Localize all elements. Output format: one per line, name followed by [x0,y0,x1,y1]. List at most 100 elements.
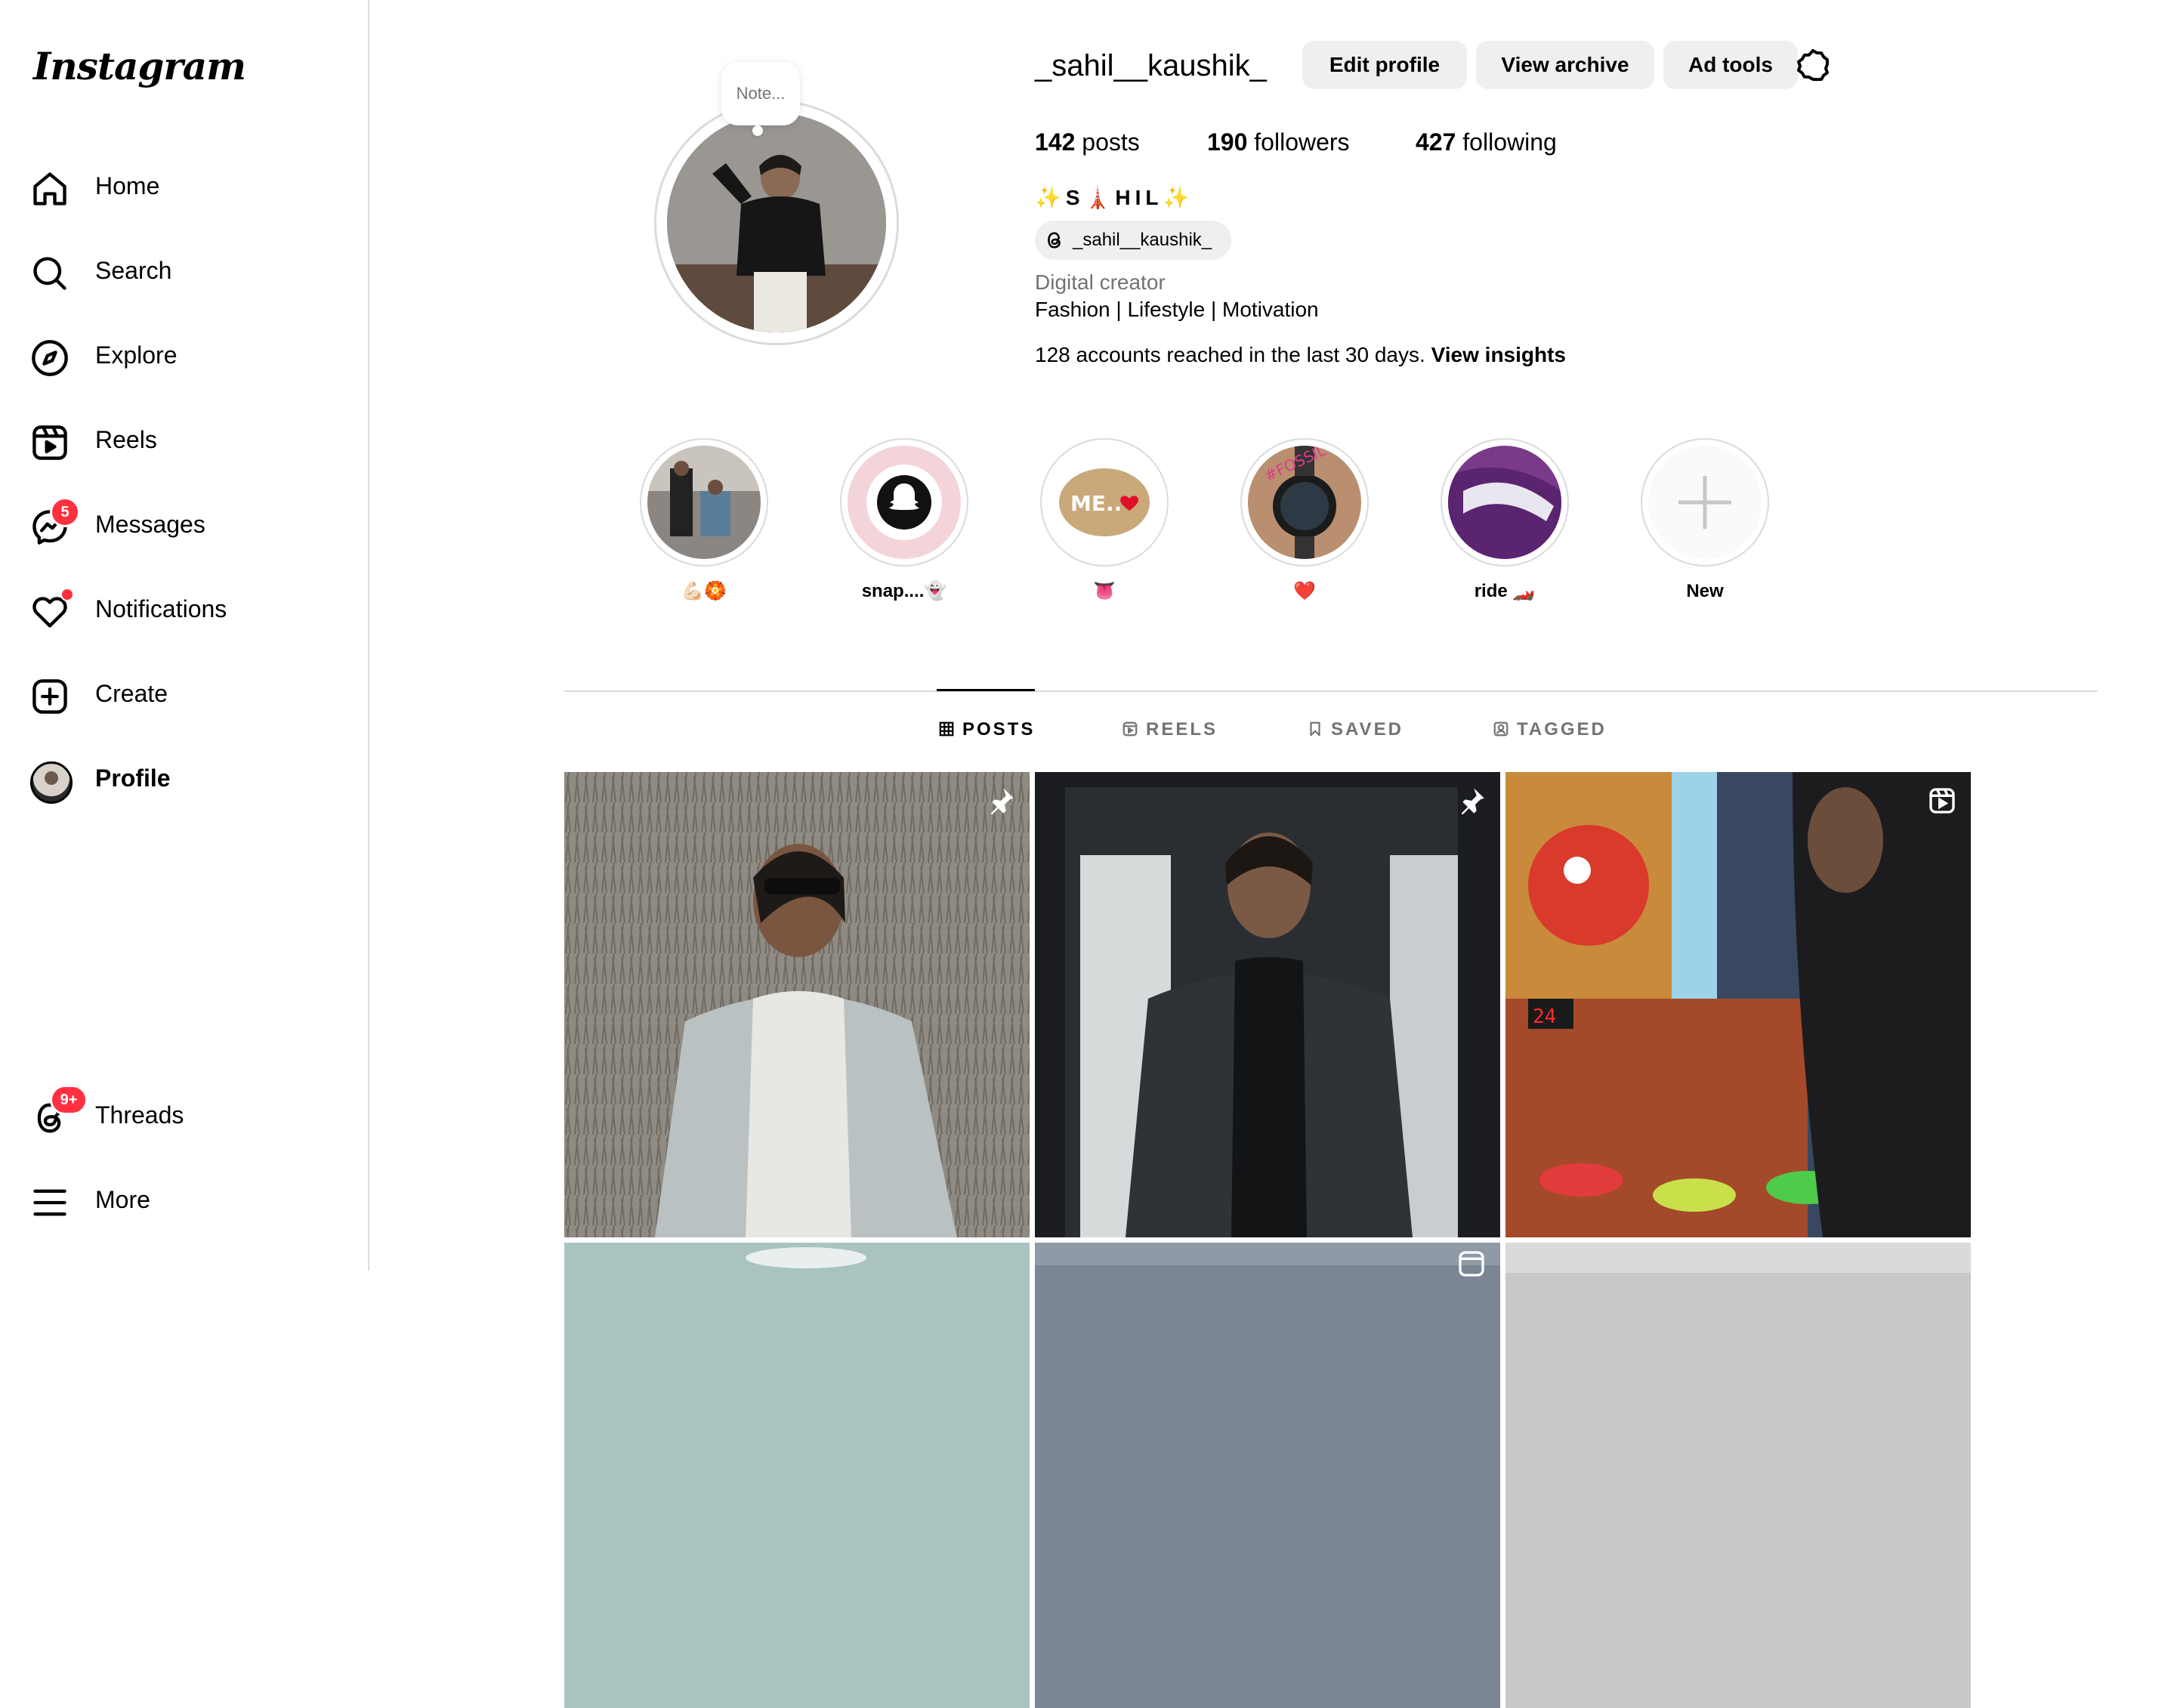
story-highlight[interactable]: ride 🏎️ [1437,438,1573,612]
reels-icon [30,423,69,462]
new-highlight-button[interactable]: New [1637,438,1773,612]
following-stat[interactable]: 427 following [1416,127,1557,157]
messages-badge: 5 [50,497,80,527]
post-tile[interactable] [1505,1243,1971,1708]
highlight-cover [1448,446,1561,559]
bookmark-icon [1310,721,1320,737]
sidebar-item-label: Search [95,257,172,284]
sidebar-item-home[interactable]: Home [17,148,354,221]
highlight-cover [848,446,961,559]
tabs-divider [564,690,2098,692]
sidebar-item-notifications[interactable]: Notifications [17,571,354,644]
sidebar: Instagram Home Search Explore Reels 5 Me… [0,0,369,1271]
highlight-label: ride 🏎️ [1474,581,1536,601]
post-tile[interactable] [564,1243,1030,1708]
pin-icon [986,786,1016,816]
post-tile[interactable] [1035,1243,1500,1708]
profile-picture [667,113,886,332]
insights-text: 128 accounts reached in the last 30 days… [1035,343,1425,366]
profile-bio: Fashion | Lifestyle | Motivation [1035,298,1319,321]
threads-handle-chip[interactable]: _sahil__kaushik_ [1035,221,1231,260]
highlight-ring: ME.. [1040,438,1169,567]
sidebar-item-label: Notifications [95,595,227,622]
sidebar-item-label: Reels [95,426,157,453]
sidebar-item-create[interactable]: Create [17,656,354,728]
story-highlight[interactable]: #FOSSIL ❤️ [1237,438,1373,612]
reel-icon [1927,786,1957,816]
view-archive-button[interactable]: View archive [1476,41,1654,89]
story-highlight[interactable]: snap....👻 [836,438,972,612]
profile-category: Digital creator [1035,270,1166,294]
settings-gear-icon[interactable] [1795,47,1831,83]
followers-stat[interactable]: 190 followers [1207,127,1350,157]
sidebar-item-more[interactable]: More [17,1162,354,1234]
profile-main: Note... _sahil__kaushik_ Edit profile Vi… [370,0,2174,1708]
note-bubble[interactable]: Note... [721,62,800,125]
highlight-label: 👅 [1093,581,1116,601]
grid-icon [939,721,954,737]
sidebar-item-profile[interactable]: Profile [17,740,354,813]
notification-dot [60,588,74,601]
instagram-logo[interactable]: Instagram [33,44,246,88]
ad-tools-button[interactable]: Ad tools [1663,41,1798,89]
tab-reels[interactable]: REELS [1122,719,1218,746]
sidebar-item-label: Explore [95,341,178,369]
highlight-label: 💪🏻🏵️ [681,581,727,601]
reels-icon [1123,721,1138,737]
sidebar-item-label: Home [95,172,160,199]
sidebar-item-reels[interactable]: Reels [17,402,354,474]
avatar [30,761,73,804]
sidebar-item-label: More [95,1186,150,1213]
note-bubble-tail [752,125,763,136]
threads-handle-text: _sahil__kaushik_ [1073,230,1212,250]
sidebar-item-label: Threads [95,1101,184,1129]
tab-tagged[interactable]: TAGGED [1493,719,1607,746]
story-highlight[interactable]: ME.. 👅 [1036,438,1172,612]
profile-username: _sahil__kaushik_ [1035,49,1267,82]
tab-posts[interactable]: POSTS [938,719,1035,746]
highlight-ring: #FOSSIL [1240,438,1369,567]
sidebar-item-label: Messages [95,511,205,538]
highlight-ring [640,438,768,567]
highlight-cover: ME.. [1048,446,1161,559]
active-tab-indicator [937,689,1035,691]
highlight-cover: #FOSSIL [1248,446,1361,559]
profile-display-name: ✨S🗼HIL✨ [1035,186,1194,209]
sidebar-item-label: Create [95,680,168,707]
highlight-cover [647,446,761,559]
post-tile[interactable] [564,772,1030,1237]
plus-square-icon [30,677,69,716]
svg-text:ME..: ME.. [1070,491,1122,516]
sidebar-item-threads[interactable]: 9+ Threads [17,1077,354,1150]
insights-line: 128 accounts reached in the last 30 days… [1035,341,1566,369]
highlight-ring [1441,438,1569,567]
plus-icon [1648,446,1762,559]
profile-picture-ring[interactable] [654,100,899,345]
highlight-label: ❤️ [1293,581,1316,601]
hamburger-icon [30,1183,69,1222]
sidebar-item-messages[interactable]: 5 Messages [17,486,354,559]
view-insights-link[interactable]: View insights [1431,343,1566,366]
tab-saved[interactable]: SAVED [1307,719,1404,746]
search-icon [30,254,69,293]
threads-badge: 9+ [50,1085,88,1115]
threads-icon [1048,232,1061,249]
highlight-label: snap....👻 [861,581,947,601]
sidebar-item-explore[interactable]: Explore [17,317,354,390]
tagged-icon [1493,721,1509,737]
posts-stat: 142 posts [1035,128,1140,156]
compass-icon [30,338,69,378]
story-highlight[interactable]: 💪🏻🏵️ [636,438,772,612]
highlight-ring [840,438,968,567]
highlight-label: New [1686,581,1724,601]
highlight-ring [1641,438,1769,567]
pin-icon [1456,786,1487,816]
post-tile[interactable] [1035,772,1500,1237]
sidebar-item-search[interactable]: Search [17,233,354,305]
post-tile[interactable]: 24 [1505,772,1971,1237]
sidebar-item-label: Profile [95,764,171,792]
svg-text:24: 24 [1533,1005,1556,1028]
edit-profile-button[interactable]: Edit profile [1302,41,1467,89]
reel-icon [1456,1249,1487,1279]
home-icon [30,169,69,208]
